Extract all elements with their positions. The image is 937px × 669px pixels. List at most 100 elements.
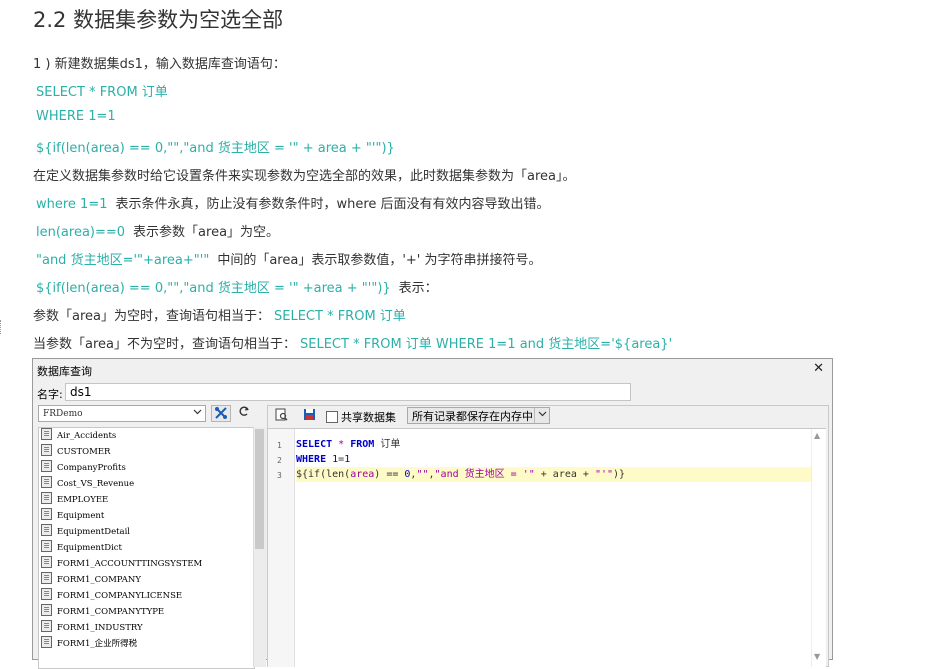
page-heading: 2.2 数据集参数为空选全部 bbox=[33, 8, 284, 32]
share-dataset-checkbox[interactable] bbox=[326, 411, 338, 423]
and-text: 中间的「area」表示取参数值，'+' 为字符串拼接符号。 bbox=[217, 253, 542, 268]
name-label: 名字: bbox=[37, 388, 63, 401]
table-name: EquipmentDict bbox=[57, 543, 122, 553]
nonempty-code: SELECT * FROM 订单 WHERE 1=1 and 货主地区='${a… bbox=[300, 337, 673, 352]
define-paragraph: 在定义数据集参数时给它设置条件来实现参数为空选全部的效果，此时数据集参数为「ar… bbox=[33, 169, 576, 184]
table-list-item[interactable]: FORM1_COMPANYLICENSE bbox=[39, 588, 254, 604]
len-text: 表示参数「area」为空。 bbox=[133, 225, 280, 240]
editor-line-2: WHERE 1=1 bbox=[296, 454, 351, 465]
table-icon bbox=[41, 476, 52, 488]
table-icon bbox=[41, 620, 52, 632]
table-icon bbox=[41, 588, 52, 600]
name-field[interactable]: ds1 bbox=[65, 383, 631, 401]
nonempty-paragraph: 当参数「area」不为空时，查询语句相当于： SELECT * FROM 订单 W… bbox=[33, 333, 676, 352]
table-icon bbox=[41, 444, 52, 456]
editor-line-1: SELECT * FROM 订单 bbox=[296, 439, 401, 450]
scroll-down-icon: ▼ bbox=[814, 652, 821, 661]
table-list: Air_Accidents CUSTOMER CompanyProfits Cost_… bbox=[38, 427, 255, 669]
table-list-item[interactable]: FORM1_ACCOUNTTINGSYSTEM bbox=[39, 556, 254, 572]
table-icon bbox=[41, 524, 52, 536]
table-list-item[interactable]: CUSTOMER bbox=[39, 444, 254, 460]
table-list-item[interactable]: CompanyProfits bbox=[39, 460, 254, 476]
table-list-item[interactable]: EquipmentDict bbox=[39, 540, 254, 556]
chevron-down-icon bbox=[193, 406, 202, 423]
dialog-title: 数据库查询 bbox=[37, 365, 92, 378]
if-paragraph: ${if(len(area) == 0,"","and 货主地区 = '" +a… bbox=[36, 277, 438, 296]
sql-panel: 共享数据集 所有记录都保存在内存中 1 2 3 SELECT * FROM 订单… bbox=[267, 405, 829, 667]
table-name: Air_Accidents bbox=[57, 431, 117, 441]
if-text: 表示： bbox=[398, 281, 438, 296]
scroll-up-icon: ▲ bbox=[814, 431, 821, 440]
table-icon bbox=[41, 556, 52, 568]
dropdown-arrow-icon bbox=[534, 408, 549, 423]
line-number-gutter: 1 2 3 bbox=[268, 429, 295, 667]
where-paragraph: where 1=1 表示条件永真，防止没有参数条件时，where 后面没有有效内容… bbox=[36, 193, 550, 212]
sql-line-2: WHERE 1=1 bbox=[36, 109, 116, 124]
memory-option-value: 所有记录都保存在内存中 bbox=[412, 410, 533, 423]
close-icon[interactable]: ✕ bbox=[813, 361, 824, 376]
table-list-item[interactable]: FORM1_COMPANYTYPE bbox=[39, 604, 254, 620]
sql-line-3: ${if(len(area) == 0,"","and 货主地区 = '" + … bbox=[36, 141, 395, 156]
table-icon bbox=[41, 604, 52, 616]
table-name: Cost_VS_Revenue bbox=[57, 479, 135, 489]
table-list-item[interactable]: FORM1_COMPANY bbox=[39, 572, 254, 588]
datasource-select[interactable]: FRDemo bbox=[38, 405, 206, 422]
table-icon bbox=[41, 572, 52, 584]
where-code: where 1=1 bbox=[36, 197, 108, 212]
table-name: FORM1_COMPANYTYPE bbox=[57, 607, 165, 617]
table-list-item[interactable]: Air_Accidents bbox=[39, 428, 254, 444]
empty-text: 参数「area」为空时，查询语句相当于： bbox=[33, 309, 270, 324]
sql-toolbar: 共享数据集 所有记录都保存在内存中 bbox=[268, 406, 828, 426]
memory-option-select[interactable]: 所有记录都保存在内存中 bbox=[407, 407, 550, 424]
save-icon[interactable] bbox=[302, 408, 316, 422]
empty-code: SELECT * FROM 订单 bbox=[274, 309, 406, 324]
margin-marker bbox=[0, 320, 4, 334]
connection-icon[interactable] bbox=[211, 405, 231, 422]
sql-line-1: SELECT * FROM 订单 bbox=[36, 85, 168, 100]
refresh-icon[interactable] bbox=[234, 405, 254, 422]
table-icon bbox=[41, 540, 52, 552]
table-name: EquipmentDetail bbox=[57, 527, 131, 537]
database-query-dialog: 数据库查询 ✕ 名字: ds1 FRDemo Air_Accidents CUST… bbox=[32, 358, 833, 669]
and-paragraph: "and 货主地区='"+area+"'" 中间的「area」表示取参数值，'+'… bbox=[36, 249, 542, 268]
table-list-item[interactable]: Equipment bbox=[39, 508, 254, 524]
table-list-item[interactable]: FORM1_INDUSTRY bbox=[39, 620, 254, 636]
table-icon bbox=[41, 508, 52, 520]
share-dataset-label: 共享数据集 bbox=[341, 411, 396, 424]
table-list-item[interactable]: Cost_VS_Revenue bbox=[39, 476, 254, 492]
datasource-value: FRDemo bbox=[43, 409, 83, 419]
table-name: FORM1_企业所得税 bbox=[57, 639, 138, 649]
table-name: CompanyProfits bbox=[57, 463, 126, 473]
table-name: FORM1_COMPANYLICENSE bbox=[57, 591, 183, 601]
table-icon bbox=[41, 428, 52, 440]
editor-scrollbar[interactable]: ▲ ▼ bbox=[811, 429, 826, 667]
table-list-item[interactable]: EquipmentDetail bbox=[39, 524, 254, 540]
table-list-item[interactable]: FORM1_企业所得税 bbox=[39, 636, 254, 652]
len-code: len(area)==0 bbox=[36, 225, 126, 240]
nonempty-text: 当参数「area」不为空时，查询语句相当于： bbox=[33, 337, 296, 352]
empty-paragraph: 参数「area」为空时，查询语句相当于： SELECT * FROM 订单 bbox=[33, 305, 410, 324]
and-code: "and 货主地区='"+area+"'" bbox=[36, 253, 210, 268]
editor-line-3: ${if(len(area) == 0,"","and 货主地区 = '" + … bbox=[296, 467, 812, 482]
step-1-text: 1 ) 新建数据集ds1，输入数据库查询语句： bbox=[33, 57, 286, 72]
table-name: FORM1_ACCOUNTTINGSYSTEM bbox=[57, 559, 203, 569]
preview-icon[interactable] bbox=[274, 408, 288, 422]
where-text: 表示条件永真，防止没有参数条件时，where 后面没有有效内容导致出错。 bbox=[115, 197, 550, 212]
table-icon bbox=[41, 460, 52, 472]
table-name: Equipment bbox=[57, 511, 105, 521]
table-name: FORM1_COMPANY bbox=[57, 575, 141, 585]
len-paragraph: len(area)==0 表示参数「area」为空。 bbox=[36, 221, 279, 240]
line-number: 1 bbox=[277, 441, 282, 450]
table-name: FORM1_INDUSTRY bbox=[57, 623, 143, 633]
table-icon bbox=[41, 636, 52, 648]
if-code: ${if(len(area) == 0,"","and 货主地区 = '" +a… bbox=[36, 281, 391, 296]
line-number: 2 bbox=[277, 456, 282, 465]
table-icon bbox=[41, 492, 52, 504]
sql-editor[interactable]: 1 2 3 SELECT * FROM 订单 WHERE 1=1 ${if(le… bbox=[268, 428, 826, 667]
table-name: EMPLOYEE bbox=[57, 495, 109, 505]
table-list-scrollbar[interactable] bbox=[253, 427, 266, 667]
datasource-panel: FRDemo Air_Accidents CUSTOMER CompanyProfi… bbox=[38, 405, 268, 669]
table-list-item[interactable]: EMPLOYEE bbox=[39, 492, 254, 508]
line-number: 3 bbox=[277, 471, 282, 480]
table-name: CUSTOMER bbox=[57, 447, 111, 457]
